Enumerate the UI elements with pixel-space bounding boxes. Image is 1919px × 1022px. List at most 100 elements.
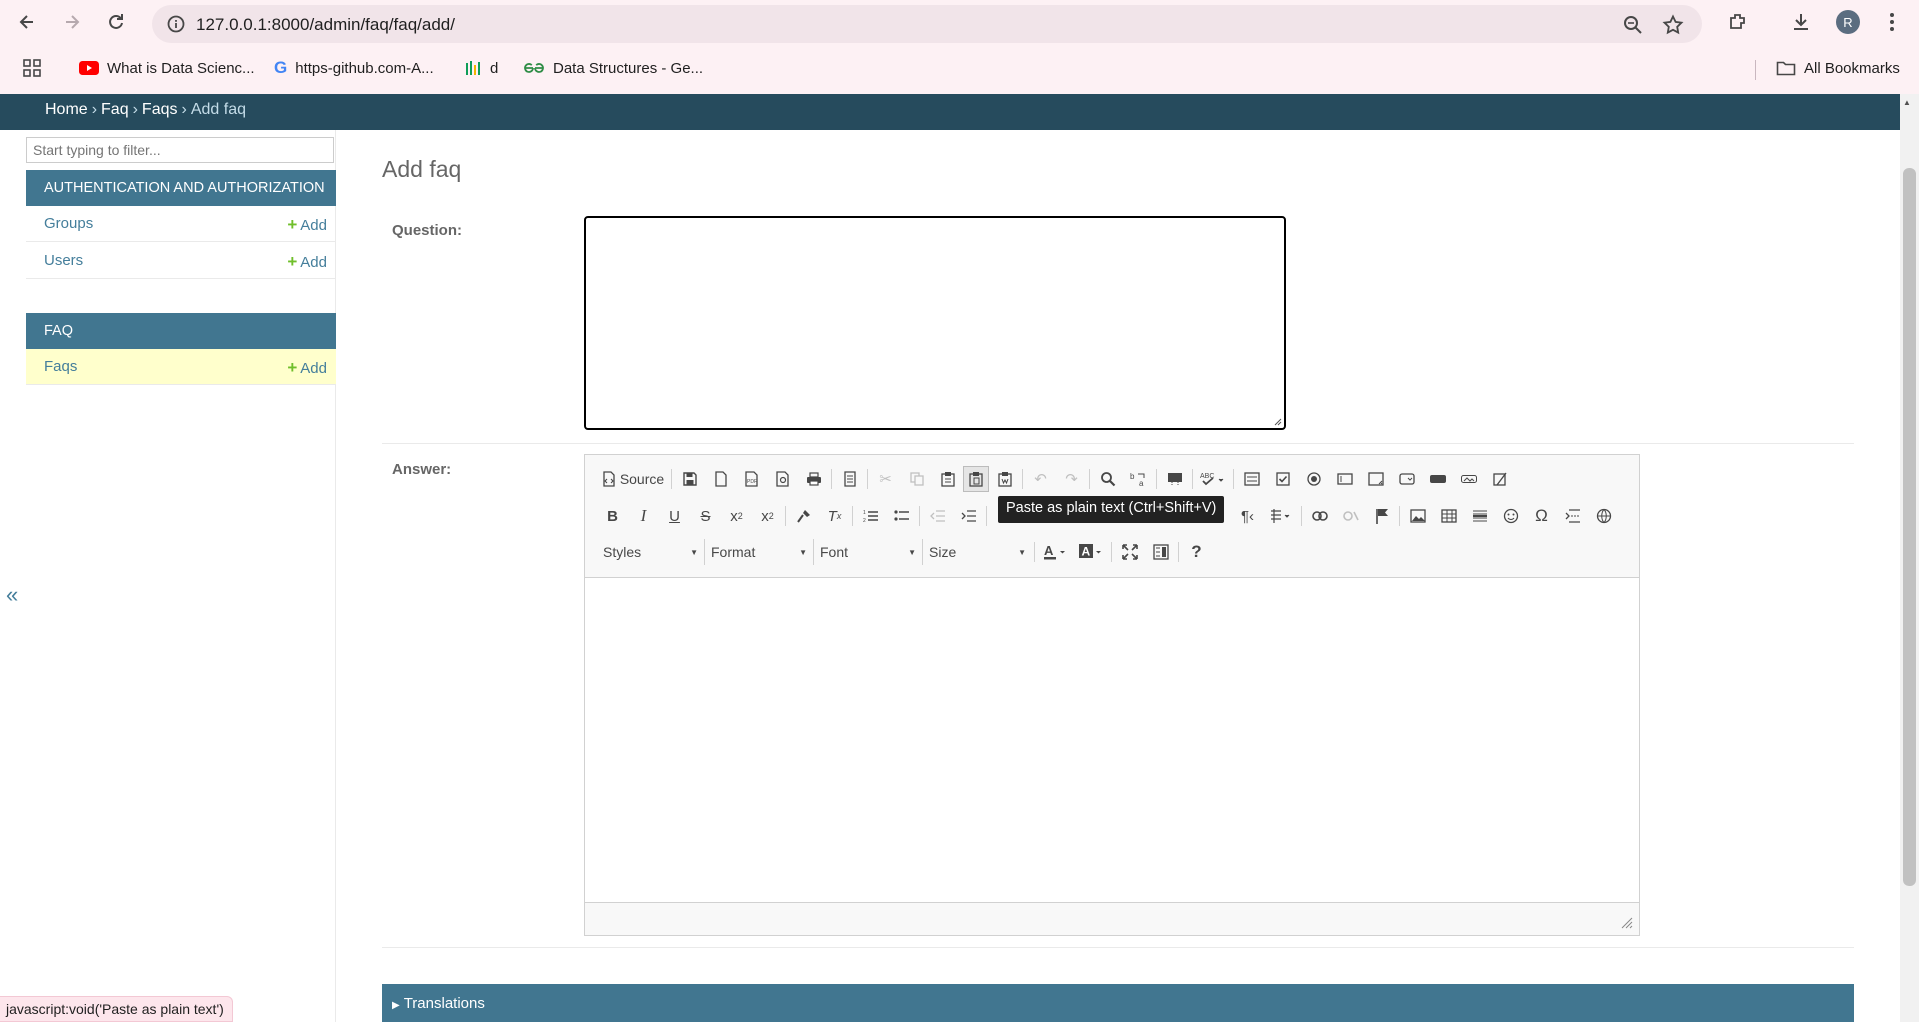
save-icon[interactable] [674, 465, 705, 493]
paste-from-word-icon[interactable] [989, 465, 1020, 493]
undo-icon[interactable]: ↶ [1025, 465, 1056, 493]
find-icon[interactable] [1092, 465, 1123, 493]
radio-icon[interactable] [1298, 465, 1329, 493]
sidebar-item-groups[interactable]: Groups + Add [26, 206, 336, 242]
select-field-icon[interactable] [1391, 465, 1422, 493]
paste-as-plain-text-icon[interactable] [963, 466, 989, 492]
table-icon[interactable] [1433, 502, 1464, 530]
reload-icon[interactable] [101, 7, 131, 37]
profile-avatar[interactable]: R [1836, 10, 1860, 34]
increase-indent-icon[interactable] [953, 502, 984, 530]
textarea-icon[interactable] [1360, 465, 1391, 493]
sidebar-item-label[interactable]: Groups [44, 215, 93, 232]
numbered-list-icon[interactable]: 12 [855, 502, 886, 530]
new-page-icon[interactable] [705, 465, 736, 493]
link-icon[interactable] [1304, 502, 1335, 530]
horizontal-line-icon[interactable] [1464, 502, 1495, 530]
nav-filter-input[interactable] [26, 137, 334, 163]
module-header-faq[interactable]: FAQ [26, 313, 336, 349]
image-icon[interactable] [1402, 502, 1433, 530]
bulleted-list-icon[interactable] [886, 502, 917, 530]
redo-icon[interactable]: ↷ [1056, 465, 1087, 493]
question-textarea[interactable] [584, 216, 1286, 430]
sidebar-item-users[interactable]: Users + Add [26, 243, 336, 279]
add-faqs-link[interactable]: + Add [287, 358, 327, 378]
size-dropdown[interactable]: Size ▼ [923, 539, 1032, 565]
background-color-icon[interactable]: A [1073, 538, 1109, 566]
more-menu-icon[interactable] [1877, 7, 1907, 37]
breadcrumb-app[interactable]: Faq [101, 101, 129, 118]
sidebar-item-label[interactable]: Users [44, 252, 83, 269]
breadcrumb-model[interactable]: Faqs [142, 101, 178, 118]
breadcrumb-home[interactable]: Home [45, 101, 88, 118]
add-groups-link[interactable]: + Add [287, 215, 327, 235]
bookmark-item[interactable]: d [464, 56, 498, 80]
subscript-icon[interactable]: x2 [721, 502, 752, 530]
zoom-icon[interactable] [1622, 14, 1644, 36]
scroll-up-arrow-icon[interactable]: ▲ [1903, 98, 1911, 107]
unlink-icon[interactable] [1335, 502, 1366, 530]
italic-icon[interactable]: I [628, 502, 659, 530]
address-bar[interactable]: 127.0.0.1:8000/admin/faq/faq/add/ [152, 5, 1702, 43]
forward-arrow-icon[interactable] [57, 7, 87, 37]
replace-icon[interactable]: ba [1123, 465, 1154, 493]
hidden-field-icon[interactable] [1484, 465, 1515, 493]
scrollbar-thumb[interactable] [1903, 168, 1916, 886]
bookmark-star-icon[interactable] [1662, 14, 1684, 36]
select-all-icon[interactable] [1159, 465, 1190, 493]
styles-dropdown[interactable]: Styles ▼ [597, 539, 705, 565]
resize-grip-icon[interactable] [1621, 917, 1633, 929]
copy-icon[interactable] [901, 465, 932, 493]
image-button-icon[interactable] [1453, 465, 1484, 493]
language-icon[interactable] [1263, 502, 1299, 530]
print-icon[interactable] [798, 465, 829, 493]
bookmark-item[interactable]: Data Structures - Ge... [523, 56, 703, 80]
answer-editor-area[interactable] [585, 577, 1639, 903]
sidebar-item-label[interactable]: Faqs [44, 358, 77, 375]
button-field-icon[interactable] [1422, 465, 1453, 493]
superscript-icon[interactable]: x2 [752, 502, 783, 530]
sidebar-item-faqs[interactable]: Faqs + Add [26, 349, 336, 385]
translations-section[interactable]: ▶ Translations [382, 984, 1854, 1022]
text-field-icon[interactable] [1329, 465, 1360, 493]
form-icon[interactable] [1236, 465, 1267, 493]
extensions-icon[interactable] [1723, 7, 1753, 37]
iframe-globe-icon[interactable] [1588, 502, 1619, 530]
add-users-link[interactable]: + Add [287, 252, 327, 272]
templates-icon[interactable] [834, 465, 865, 493]
format-dropdown[interactable]: Format ▼ [705, 539, 814, 565]
page-break-icon[interactable] [1557, 502, 1588, 530]
export-pdf-icon[interactable]: PDF [736, 465, 767, 493]
resize-grip-icon[interactable] [1272, 416, 1282, 426]
strikethrough-icon[interactable]: S [690, 502, 721, 530]
special-char-icon[interactable]: Ω [1526, 502, 1557, 530]
maximize-icon[interactable] [1114, 538, 1145, 566]
show-blocks-icon[interactable] [1145, 538, 1176, 566]
smiley-icon[interactable] [1495, 502, 1526, 530]
back-arrow-icon[interactable] [12, 7, 42, 37]
help-icon[interactable]: ? [1181, 538, 1212, 566]
apps-grid-icon[interactable] [22, 56, 42, 80]
underline-icon[interactable]: U [659, 502, 690, 530]
cut-icon[interactable]: ✂ [870, 465, 901, 493]
download-icon[interactable] [1786, 7, 1816, 37]
bookmark-item[interactable]: G https-github.com-A... [274, 56, 434, 80]
bookmark-item[interactable]: What is Data Scienc... [79, 56, 255, 80]
module-header-auth[interactable]: AUTHENTICATION AND AUTHORIZATION [26, 170, 336, 206]
bold-icon[interactable]: B [597, 502, 628, 530]
text-color-icon[interactable]: A [1037, 538, 1073, 566]
paragraph-direction-icon[interactable]: ¶‹ [1232, 502, 1263, 530]
spellcheck-icon[interactable]: ABC [1195, 465, 1231, 493]
sidebar-collapse-toggle[interactable]: « [6, 582, 18, 608]
paste-icon[interactable] [932, 465, 963, 493]
remove-format-icon[interactable]: Tx [819, 502, 850, 530]
checkbox-icon[interactable] [1267, 465, 1298, 493]
all-bookmarks[interactable]: All Bookmarks [1776, 56, 1900, 80]
font-dropdown[interactable]: Font ▼ [814, 539, 923, 565]
site-info-icon[interactable] [166, 14, 186, 34]
copy-formatting-icon[interactable] [788, 502, 819, 530]
preview-icon[interactable] [767, 465, 798, 493]
decrease-indent-icon[interactable] [922, 502, 953, 530]
source-button[interactable]: Source [597, 465, 669, 493]
anchor-flag-icon[interactable] [1366, 502, 1397, 530]
